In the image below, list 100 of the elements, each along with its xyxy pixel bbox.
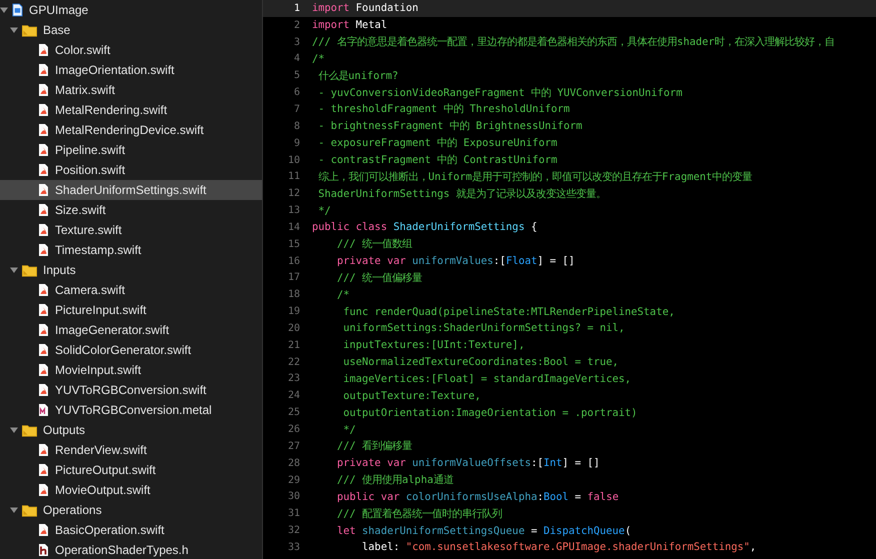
- code-line: useNormalizedTextureCoordinates:Bool = true,: [342, 356, 619, 368]
- disclosure-triangle-icon[interactable]: [10, 506, 18, 514]
- swift-file-icon: [39, 124, 48, 136]
- line-number: 24: [286, 390, 301, 402]
- swift-file-icon: [39, 464, 48, 476]
- swift-file-icon: [39, 324, 48, 336]
- line-number: 12: [286, 188, 301, 200]
- line-number: 2: [292, 20, 301, 31]
- line-number: 5: [292, 70, 301, 82]
- line-number: 18: [286, 289, 301, 300]
- line-number: 15: [286, 238, 301, 250]
- tree-item[interactable]: Inputs: [0, 260, 262, 280]
- code-line: - contrastFragment 中的 ContrastUniform: [317, 153, 558, 168]
- code-line: imageVertices:[Float] = standardImageVertices,: [342, 372, 632, 385]
- folder-icon: [22, 24, 37, 36]
- swift-file-icon: [39, 304, 48, 316]
- tree-item[interactable]: MovieOutput.swift: [0, 480, 262, 500]
- tree-item[interactable]: Matrix.swift: [0, 80, 262, 100]
- line-number: 22: [286, 356, 301, 368]
- tree-item[interactable]: Size.swift: [0, 200, 262, 220]
- tree-item[interactable]: SolidColorGenerator.swift: [0, 340, 262, 360]
- tree-item[interactable]: MetalRendering.swift: [0, 100, 262, 120]
- tree-item[interactable]: MetalRenderingDevice.swift: [0, 120, 262, 140]
- line-number: 4: [292, 53, 301, 64]
- code-line: /*: [336, 288, 350, 301]
- metal-file-icon: [39, 404, 48, 416]
- tree-item[interactable]: PictureInput.swift: [0, 300, 262, 320]
- line-number: 8: [292, 120, 301, 132]
- code-line: /// 统一值数组: [336, 237, 412, 252]
- line-number: 26: [286, 424, 301, 436]
- tree-item[interactable]: YUVToRGBConversion.swift: [0, 380, 262, 400]
- line-number: 31: [286, 508, 301, 520]
- line-number: 11: [286, 171, 301, 182]
- tree-item[interactable]: ShaderUniformSettings.swift: [0, 180, 262, 200]
- code-line: ShaderUniformSettings 就是为了记录以及改变这些变量。: [317, 186, 606, 201]
- swift-file-icon: [39, 104, 48, 116]
- disclosure-triangle-icon[interactable]: [10, 426, 18, 434]
- line-number: 25: [286, 407, 301, 418]
- swift-file-icon: [39, 224, 48, 236]
- tree-item[interactable]: ImageOrientation.swift: [0, 60, 262, 80]
- line-number: 20: [286, 322, 301, 334]
- line-number: 7: [292, 104, 301, 115]
- code-line: outputOrientation:ImageOrientation = .portrait): [342, 406, 638, 419]
- line-number: 13: [286, 205, 301, 216]
- tree-item[interactable]: Outputs: [0, 420, 262, 440]
- swift-file-icon: [39, 144, 48, 156]
- tree-item[interactable]: Pipeline.swift: [0, 140, 262, 160]
- line-number: 6: [292, 87, 301, 98]
- code-line: label: "com.sunsetlakesoftware.GPUImage.shaderUniformSettings",: [361, 541, 756, 554]
- line-number: 3: [292, 36, 301, 48]
- disclosure-triangle-icon[interactable]: [10, 266, 18, 274]
- tree-item[interactable]: ImageGenerator.swift: [0, 320, 262, 340]
- folder-icon: [22, 264, 37, 276]
- swift-file-icon: [39, 84, 48, 96]
- code-line: func renderQuad(pipelineState:MTLRenderPipelineState,: [342, 306, 675, 318]
- line-number: 10: [286, 154, 301, 166]
- line-number: 19: [286, 306, 301, 318]
- code-line: private var uniformValues:[Float] = []: [336, 255, 575, 268]
- tree-item[interactable]: Position.swift: [0, 160, 262, 180]
- line-number: 1: [292, 2, 301, 14]
- code-line: import Foundation: [312, 2, 418, 14]
- line-number: 21: [286, 340, 301, 351]
- code-line: 综上，我们可以推断出，Uniform是用于可控制的，即值可以改变的且存在于Fragment中的变量: [317, 170, 752, 184]
- tree-item[interactable]: PictureOutput.swift: [0, 460, 262, 480]
- tree-item[interactable]: GPUImage: [0, 0, 262, 20]
- swift-file-icon: [39, 44, 48, 56]
- tree-item[interactable]: Timestamp.swift: [0, 240, 262, 260]
- code-line: /// 名字的意思是着色器统一配置，里边存的都是着色器相关的东西，具体在使用shader时，在深入理解比较好，自: [312, 35, 835, 50]
- swift-file-icon: [39, 384, 48, 396]
- line-number: 17: [286, 272, 301, 284]
- code-line: 什么是uniform?: [317, 68, 398, 83]
- tree-item[interactable]: Base: [0, 20, 262, 40]
- tree-item[interactable]: Color.swift: [0, 40, 262, 60]
- line-number: 14: [286, 222, 301, 233]
- code-line: - thresholdFragment 中的 ThresholdUniform: [317, 102, 570, 116]
- code-line: outputTexture:Texture,: [342, 390, 481, 402]
- tree-item[interactable]: YUVToRGBConversion.metal: [0, 400, 262, 420]
- disclosure-triangle-icon[interactable]: [0, 6, 8, 14]
- tree-item[interactable]: BasicOperation.swift: [0, 520, 262, 540]
- code-line: import Metal: [312, 19, 388, 32]
- tree-item[interactable]: OperationShaderTypes.h: [0, 540, 262, 559]
- line-number: 30: [286, 491, 301, 502]
- tree-item[interactable]: RenderView.swift: [0, 440, 262, 460]
- swift-file-icon: [39, 524, 48, 536]
- line-number: 23: [286, 373, 301, 384]
- code-line: public class ShaderUniformSettings {: [312, 221, 538, 234]
- tree-item[interactable]: Texture.swift: [0, 220, 262, 240]
- tree-item[interactable]: Operations: [0, 500, 262, 520]
- code-line: public var colorUniformsUseAlpha:Bool = false: [336, 490, 619, 503]
- tree-item[interactable]: MovieInput.swift: [0, 360, 262, 380]
- disclosure-triangle-icon[interactable]: [10, 26, 18, 34]
- code-line: /// 配置着色器统一值时的串行队列: [336, 506, 502, 521]
- line-number: 27: [286, 440, 301, 452]
- tree-item[interactable]: Camera.swift: [0, 280, 262, 300]
- code-line: - yuvConversionVideoRangeFragment 中的 YUVConversionUniform: [317, 86, 682, 100]
- project-file-icon: [12, 3, 23, 17]
- line-number: 9: [292, 138, 301, 149]
- swift-file-icon: [39, 364, 48, 376]
- code-line: - exposureFragment 中的 ExposureUniform: [317, 136, 558, 150]
- line-number: 32: [286, 525, 301, 536]
